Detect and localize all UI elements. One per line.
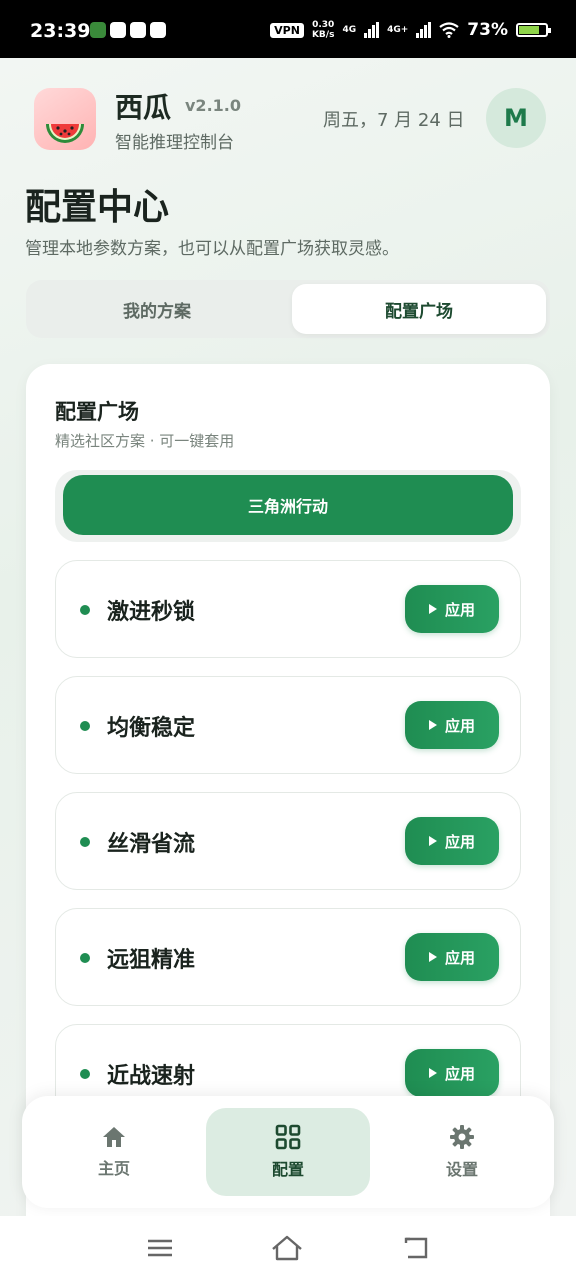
- apply-label: 应用: [444, 1064, 475, 1083]
- wifi-icon: [439, 22, 459, 38]
- preset-name: 丝滑省流: [107, 832, 196, 857]
- apply-button[interactable]: 应用: [405, 817, 499, 865]
- nav-home-label: 主页: [97, 1159, 130, 1178]
- dot-icon: [80, 953, 90, 963]
- dot-icon: [80, 1069, 90, 1079]
- menu-button[interactable]: [144, 1232, 176, 1264]
- play-icon: [428, 1068, 437, 1078]
- preset-card: 丝滑省流 应用: [55, 792, 521, 890]
- preset-card: 远狙精准 应用: [55, 908, 521, 1006]
- home-outline-icon: [272, 1235, 302, 1261]
- plaza-card: 配置广场 精选社区方案 · 可一键套用 三角洲行动 激进秒锁 应用 均衡稳定 应…: [26, 364, 550, 1216]
- nav-settings-label: 设置: [445, 1160, 478, 1179]
- card-subtitle: 精选社区方案 · 可一键套用: [55, 432, 235, 450]
- net-type-2: 4G+: [387, 25, 409, 35]
- preset-name: 激进秒锁: [107, 600, 196, 625]
- date-label: 周五，7 月 24 日: [323, 110, 465, 131]
- category-selector: 三角洲行动: [55, 470, 521, 542]
- notification-icons: [90, 22, 166, 38]
- apply-label: 应用: [444, 948, 475, 967]
- network-speed: 0.30 KB/s: [311, 20, 335, 40]
- status-indicators: VPN 0.30 KB/s 4G 4G+ 73%: [270, 20, 551, 40]
- home-icon: [103, 1127, 125, 1147]
- preset-card: 均衡稳定 应用: [55, 676, 521, 774]
- app-name: 西瓜: [115, 91, 172, 124]
- card-title: 配置广场: [55, 400, 139, 424]
- apply-label: 应用: [444, 832, 475, 851]
- system-nav-bar: [0, 1216, 576, 1280]
- vpn-badge: VPN: [270, 22, 304, 38]
- dot-icon: [80, 605, 90, 615]
- category-button[interactable]: 三角洲行动: [63, 475, 513, 535]
- net-type-1: 4G: [342, 25, 357, 35]
- link-app-icon: [150, 22, 166, 38]
- grid-icon: [275, 1124, 301, 1150]
- play-icon: [428, 720, 437, 730]
- watermelon-icon: [46, 124, 84, 143]
- gear-icon: [450, 1125, 474, 1149]
- preset-name: 远狙精准: [107, 948, 196, 973]
- status-bar: 23:39 VPN 0.30 KB/s 4G 4G+ 73%: [0, 0, 576, 58]
- watermelon-app-icon: [90, 22, 106, 38]
- avatar[interactable]: M: [486, 88, 546, 148]
- signal-icon-2: [416, 22, 432, 38]
- mail-app-icon: [130, 22, 146, 38]
- play-icon: [428, 836, 437, 846]
- tab-bar: 我的方案 配置广场: [26, 280, 550, 338]
- app-subtitle: 智能推理控制台: [115, 133, 234, 153]
- game-app-icon: [110, 22, 126, 38]
- page-title: 配置中心: [25, 187, 170, 228]
- tab-config-plaza[interactable]: 配置广场: [292, 284, 546, 334]
- home-button[interactable]: [271, 1232, 303, 1264]
- apply-button[interactable]: 应用: [405, 701, 499, 749]
- preset-card: 激进秒锁 应用: [55, 560, 521, 658]
- apply-button[interactable]: 应用: [405, 1049, 499, 1097]
- battery-icon: [516, 23, 551, 37]
- back-icon: [404, 1237, 428, 1259]
- dot-icon: [80, 721, 90, 731]
- battery-percent: 73%: [467, 20, 508, 40]
- preset-name: 均衡稳定: [107, 716, 196, 741]
- apply-button[interactable]: 应用: [405, 933, 499, 981]
- signal-icon: [364, 22, 380, 38]
- status-time: 23:39: [30, 20, 91, 42]
- nav-config-label: 配置: [271, 1160, 304, 1179]
- page-description: 管理本地参数方案，也可以从配置广场获取灵感。: [25, 239, 399, 259]
- apply-label: 应用: [444, 600, 475, 619]
- nav-settings[interactable]: 设置: [380, 1108, 544, 1196]
- apply-button[interactable]: 应用: [405, 585, 499, 633]
- tab-my-presets[interactable]: 我的方案: [30, 284, 284, 334]
- apply-label: 应用: [444, 716, 475, 735]
- back-button[interactable]: [400, 1232, 432, 1264]
- nav-config[interactable]: 配置: [206, 1108, 370, 1196]
- bottom-nav: 主页 配置 设置: [22, 1096, 554, 1208]
- play-icon: [428, 952, 437, 962]
- watermelon-logo: [34, 88, 96, 150]
- nav-home[interactable]: 主页: [32, 1108, 196, 1196]
- app-screen: 西瓜 v2.1.0 智能推理控制台 周五，7 月 24 日 M 配置中心 管理本…: [0, 58, 576, 1216]
- menu-icon: [148, 1239, 172, 1257]
- app-version: v2.1.0: [185, 96, 241, 115]
- play-icon: [428, 604, 437, 614]
- dot-icon: [80, 837, 90, 847]
- preset-name: 近战速射: [107, 1064, 196, 1089]
